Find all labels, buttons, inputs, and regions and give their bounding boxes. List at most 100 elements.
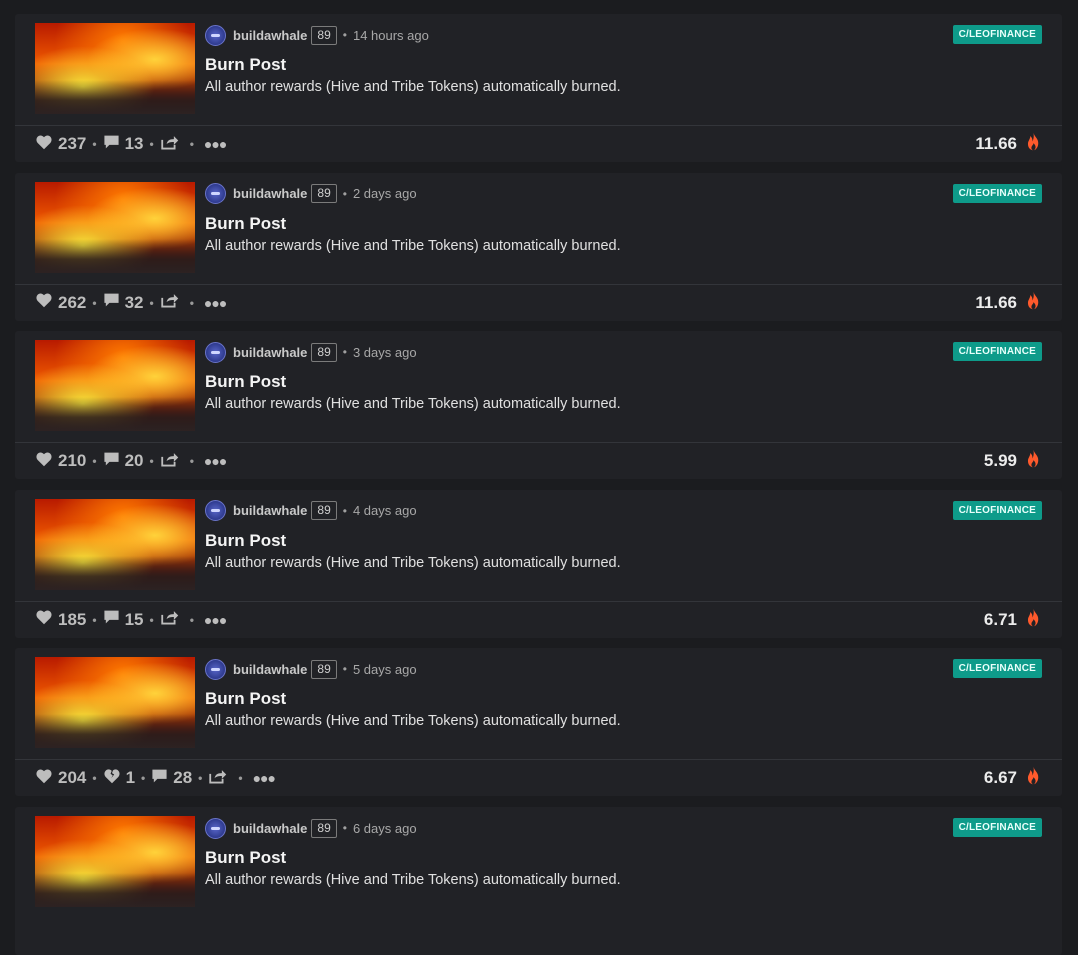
post-title[interactable]: Burn Post [205, 55, 286, 75]
comment-icon[interactable] [103, 134, 120, 155]
post-time[interactable]: 14 hours ago [353, 28, 429, 43]
reputation-badge: 89 [311, 818, 337, 838]
separator-dot: • [342, 821, 347, 835]
upvote-heart-icon[interactable] [35, 451, 53, 472]
upvote-heart-icon[interactable] [35, 609, 53, 630]
post-card[interactable]: buildawhale 89 • 14 hours ago C/LEOFINAN… [15, 14, 1062, 162]
post-card[interactable]: buildawhale 89 • 4 days ago C/LEOFINANCE… [15, 489, 1062, 638]
reputation-badge: 89 [311, 501, 337, 521]
post-payout[interactable]: 11.66 [975, 132, 1042, 154]
community-tag[interactable]: C/LEOFINANCE [952, 342, 1042, 362]
separator-dot: • [149, 612, 154, 627]
post-thumbnail-fire-image[interactable] [35, 181, 195, 273]
upvote-heart-icon[interactable] [35, 292, 53, 313]
post-payout[interactable]: 11.66 [975, 291, 1042, 315]
more-options-icon[interactable]: ●●● [204, 136, 227, 152]
payout-value: 11.66 [975, 292, 1017, 312]
comment-icon[interactable] [103, 451, 120, 472]
card-divider [15, 600, 1062, 602]
post-title[interactable]: Burn Post [205, 689, 286, 709]
post-time[interactable]: 3 days ago [353, 345, 417, 360]
author-avatar[interactable] [205, 817, 226, 839]
separator-dot: • [189, 612, 194, 627]
author-name[interactable]: buildawhale [233, 662, 307, 677]
post-summary[interactable]: All author rewards (Hive and Tribe Token… [205, 872, 621, 888]
separator-dot: • [198, 771, 203, 786]
post-meta: buildawhale 89 • 3 days ago [205, 341, 417, 363]
more-options-icon[interactable]: ●●● [204, 453, 227, 469]
share-icon[interactable] [160, 609, 179, 630]
community-tag[interactable]: C/LEOFINANCE [952, 818, 1042, 837]
separator-dot: • [342, 28, 347, 42]
post-title[interactable]: Burn Post [205, 848, 286, 868]
post-thumbnail-fire-image[interactable] [35, 816, 195, 907]
share-icon[interactable] [160, 292, 179, 313]
author-avatar[interactable] [205, 500, 226, 522]
post-summary[interactable]: All author rewards (Hive and Tribe Token… [205, 238, 621, 254]
community-tag[interactable]: C/LEOFINANCE [952, 659, 1042, 679]
share-icon[interactable] [160, 134, 179, 155]
post-card[interactable]: buildawhale 89 • 5 days ago C/LEOFINANCE… [15, 648, 1062, 797]
post-time[interactable]: 2 days ago [353, 186, 417, 201]
separator-dot: • [149, 454, 154, 469]
author-avatar[interactable] [205, 183, 226, 205]
post-thumbnail-fire-image[interactable] [35, 498, 195, 590]
post-card[interactable]: buildawhale 89 • 6 days ago C/LEOFINANCE… [15, 807, 1062, 955]
comment-count: 15 [124, 609, 144, 629]
separator-dot: • [342, 662, 347, 677]
post-time[interactable]: 5 days ago [353, 662, 417, 677]
author-name[interactable]: buildawhale [233, 503, 307, 518]
post-payout[interactable]: 5.99 [984, 449, 1042, 471]
post-title[interactable]: Burn Post [205, 372, 286, 392]
author-name[interactable]: buildawhale [233, 186, 307, 201]
post-summary[interactable]: All author rewards (Hive and Tribe Token… [205, 713, 621, 729]
post-card[interactable]: buildawhale 89 • 3 days ago C/LEOFINANCE… [15, 331, 1062, 480]
separator-dot: • [189, 137, 194, 151]
share-icon[interactable] [160, 451, 179, 472]
post-time[interactable]: 6 days ago [353, 821, 417, 836]
community-tag[interactable]: C/LEOFINANCE [952, 25, 1042, 44]
post-actions: 237 • 13 • • ●●● [35, 134, 227, 155]
author-avatar[interactable] [205, 24, 226, 46]
separator-dot: • [149, 295, 154, 310]
author-name[interactable]: buildawhale [233, 345, 307, 360]
reputation-badge: 89 [311, 25, 337, 45]
post-thumbnail-fire-image[interactable] [35, 340, 195, 432]
community-tag[interactable]: C/LEOFINANCE [952, 500, 1042, 520]
share-icon[interactable] [208, 768, 227, 789]
separator-dot: • [189, 454, 194, 469]
post-payout[interactable]: 6.67 [984, 767, 1042, 788]
upvote-heart-icon[interactable] [35, 134, 53, 155]
more-options-icon[interactable]: ●●● [204, 295, 227, 311]
author-avatar[interactable] [205, 658, 226, 680]
post-payout[interactable]: 6.71 [984, 608, 1042, 630]
vote-count: 262 [58, 292, 87, 312]
comment-icon[interactable] [103, 609, 120, 630]
community-tag[interactable]: C/LEOFINANCE [952, 183, 1042, 203]
post-title[interactable]: Burn Post [205, 531, 286, 551]
downvote-broken-heart-icon[interactable] [103, 768, 121, 789]
burn-fire-icon [1025, 291, 1042, 315]
post-time[interactable]: 4 days ago [353, 503, 417, 518]
post-meta: buildawhale 89 • 6 days ago [205, 817, 417, 839]
separator-dot: • [92, 295, 97, 310]
card-divider [15, 283, 1062, 285]
comment-icon[interactable] [151, 768, 168, 789]
post-card[interactable]: buildawhale 89 • 2 days ago C/LEOFINANCE… [15, 172, 1062, 321]
post-actions: 210 • 20 • • ●●● [35, 451, 227, 472]
reputation-badge: 89 [311, 184, 337, 204]
author-avatar[interactable] [205, 341, 226, 363]
post-thumbnail-fire-image[interactable] [35, 657, 195, 749]
post-summary[interactable]: All author rewards (Hive and Tribe Token… [205, 555, 621, 571]
post-thumbnail-fire-image[interactable] [35, 23, 195, 114]
comment-icon[interactable] [103, 292, 120, 313]
post-summary[interactable]: All author rewards (Hive and Tribe Token… [205, 396, 621, 412]
card-divider [15, 125, 1062, 126]
post-title[interactable]: Burn Post [205, 214, 286, 234]
more-options-icon[interactable]: ●●● [253, 770, 276, 786]
author-name[interactable]: buildawhale [233, 28, 307, 43]
upvote-heart-icon[interactable] [35, 768, 53, 789]
more-options-icon[interactable]: ●●● [204, 612, 227, 628]
post-summary[interactable]: All author rewards (Hive and Tribe Token… [205, 79, 621, 95]
author-name[interactable]: buildawhale [233, 821, 307, 836]
